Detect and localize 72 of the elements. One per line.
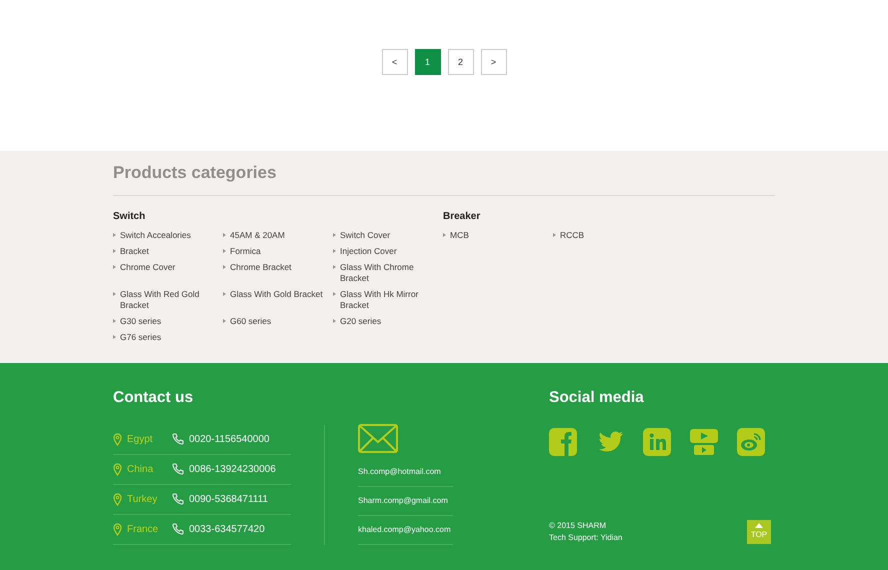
location-pin-icon [113,492,122,506]
category-link[interactable]: G76 series [120,332,162,344]
phone-number: 0090-5368471111 [189,492,268,507]
phone-number: 0033-634577420 [189,522,265,537]
location-pin-icon [113,462,122,476]
section-heading: Contact us [113,389,194,408]
country-label: Turkey [127,492,158,507]
bullet-icon [333,319,336,324]
category-heading: Switch [113,210,146,224]
phone-icon [172,523,184,536]
category-link[interactable]: Bracket [120,246,149,258]
bullet-icon [553,233,556,238]
bullet-icon [223,265,226,270]
email-link[interactable]: Sh.comp@hotmail.com [358,466,441,478]
category-link[interactable]: Injection Cover [340,246,397,258]
country-label: Egypt [127,432,154,447]
weibo-icon[interactable] [737,428,765,456]
up-arrow-icon [755,522,763,528]
bullet-icon [333,249,336,254]
section-heading: Social media [549,389,645,408]
phone-number: 0020-1156540000 [189,432,270,447]
category-link[interactable]: 45AM & 20AM [230,230,285,242]
location-pin-icon [113,432,122,446]
bullet-icon [223,319,226,324]
section-heading: Products categories [113,163,775,196]
category-heading: Breaker [443,210,482,224]
bullet-icon [113,292,116,296]
bullet-icon [333,233,336,238]
facebook-icon[interactable] [549,428,577,456]
category-link[interactable]: G60 series [230,316,272,328]
category-link[interactable]: Glass With Gold Bracket [230,289,323,300]
bullet-icon [113,265,116,270]
bullet-icon [333,265,336,270]
bullet-icon [113,233,116,238]
page-button[interactable]: 2 [448,49,474,75]
copyright-text: Tech Support: Yidian [549,532,622,544]
email-link[interactable]: Sharm.comp@gmail.com [358,494,448,507]
category-link[interactable]: RCCB [560,230,584,242]
phone-icon [172,463,184,476]
location-pin-icon [113,522,122,536]
bullet-icon [223,233,226,238]
category-link[interactable]: Chrome Cover [120,262,176,274]
bullet-icon [113,335,116,340]
category-link[interactable]: Chrome Bracket [230,262,292,274]
category-link[interactable]: MCB [450,230,469,242]
country-label: China [127,462,154,477]
copyright-text: © 2015 SHARM [549,520,608,532]
country-label: France [127,522,160,537]
bullet-icon [333,292,336,296]
page-button[interactable]: > [480,49,506,75]
bullet-icon [223,249,226,254]
linkedin-icon[interactable] [643,428,671,456]
bullet-icon [443,233,446,238]
page-button[interactable]: < [382,49,408,75]
category-link[interactable]: Switch Cover [340,230,390,242]
phone-icon [172,433,184,446]
category-link[interactable]: Glass With Chrome Bracket [340,262,435,284]
category-link[interactable]: Glass With Hk Mirror Bracket [340,289,435,312]
category-link[interactable]: Glass With Red Gold Bracket [120,289,215,312]
phone-number: 0086-13924230006 [189,462,276,477]
bullet-icon [113,249,116,254]
category-link[interactable]: G20 series [340,316,382,328]
category-link[interactable]: Switch Accealories [120,230,191,242]
email-link[interactable]: khaled.comp@yahoo.com [358,524,451,536]
category-link[interactable]: Formica [230,246,261,258]
video-icon[interactable] [690,428,718,456]
bullet-icon [113,319,116,324]
page-button[interactable]: 1 [414,49,440,75]
mail-icon [358,424,398,453]
phone-icon [172,493,184,506]
bullet-icon [223,292,226,296]
category-link[interactable]: G30 series [120,316,162,328]
